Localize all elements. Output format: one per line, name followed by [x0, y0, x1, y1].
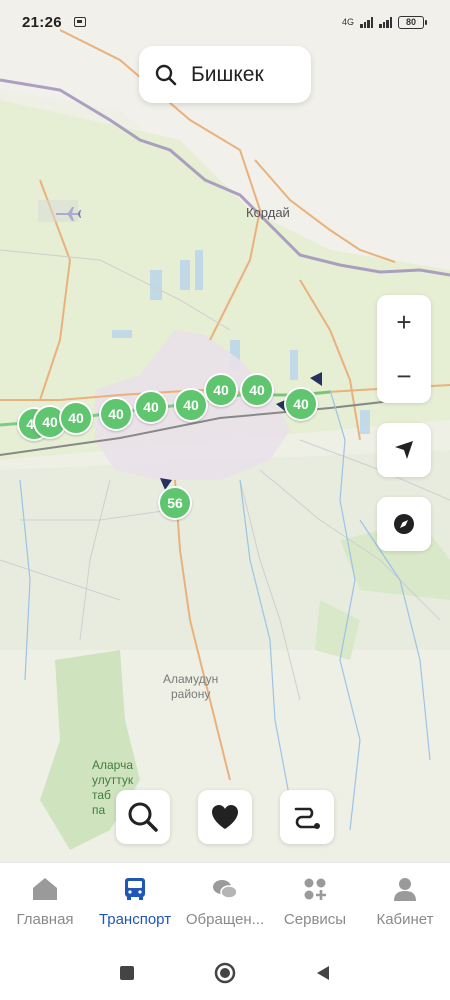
zoom-controls: + − [377, 295, 431, 403]
network-type: 4G [341, 17, 354, 27]
tab-label: Главная [16, 911, 74, 928]
compass-icon [394, 514, 414, 534]
location-arrow-icon [395, 441, 413, 459]
route-icon [294, 807, 320, 829]
signal-icon [379, 16, 392, 28]
tab-appeals[interactable]: Обращен... [180, 863, 270, 946]
tab-label: Транспорт [98, 911, 172, 928]
zoom-out-button[interactable]: − [377, 349, 431, 403]
status-time: 21:26 [22, 13, 62, 31]
bus-marker[interactable]: 40 [284, 387, 318, 421]
tab-label: Обращен... [185, 911, 265, 928]
compass-button[interactable] [377, 497, 431, 551]
zoom-in-button[interactable]: + [377, 295, 431, 349]
tab-label: Кабинет [376, 911, 434, 928]
home-icon [33, 878, 57, 900]
route-planner-button[interactable] [280, 790, 334, 844]
signal-icon [360, 16, 373, 28]
chat-icon [213, 880, 238, 899]
magnifier-icon [128, 802, 158, 832]
system-navigation-bar [0, 946, 450, 1000]
city-name: Бишкек [191, 62, 264, 86]
bus-marker[interactable]: 56 [158, 486, 192, 520]
bus-marker[interactable]: 40 [134, 390, 168, 424]
profile-icon [394, 878, 416, 901]
city-search-button[interactable]: Бишкек [139, 46, 311, 103]
map-label-town: Кордай [246, 205, 290, 220]
tab-transport[interactable]: Транспорт [90, 863, 180, 946]
tab-home[interactable]: Главная [0, 863, 90, 946]
back-icon[interactable] [314, 964, 332, 982]
recent-apps-icon[interactable] [118, 964, 136, 982]
battery-icon: 80 [398, 15, 427, 29]
search-icon [155, 64, 177, 85]
bus-icon [125, 878, 145, 900]
bottom-tab-bar: Главная Транспорт Обращен... Сервисы Каб… [0, 862, 450, 946]
status-bar: 21:26 4G 80 [0, 0, 450, 44]
tab-profile[interactable]: Кабинет [360, 863, 450, 946]
bus-marker[interactable]: 40 [59, 401, 93, 435]
search-route-button[interactable] [116, 790, 170, 844]
map-label-district: Аламудун району [163, 672, 219, 701]
bus-marker[interactable]: 40 [99, 397, 133, 431]
services-icon [304, 878, 326, 900]
bus-marker[interactable]: 40 [240, 373, 274, 407]
bus-marker[interactable]: 40 [204, 373, 238, 407]
sim-card-icon [73, 17, 86, 27]
tab-label: Сервисы [283, 911, 347, 928]
favorites-button[interactable] [198, 790, 252, 844]
tab-services[interactable]: Сервисы [270, 863, 360, 946]
bus-marker[interactable]: 40 [174, 388, 208, 422]
my-location-button[interactable] [377, 423, 431, 477]
home-button-icon[interactable] [214, 962, 236, 984]
heart-icon [212, 805, 238, 829]
